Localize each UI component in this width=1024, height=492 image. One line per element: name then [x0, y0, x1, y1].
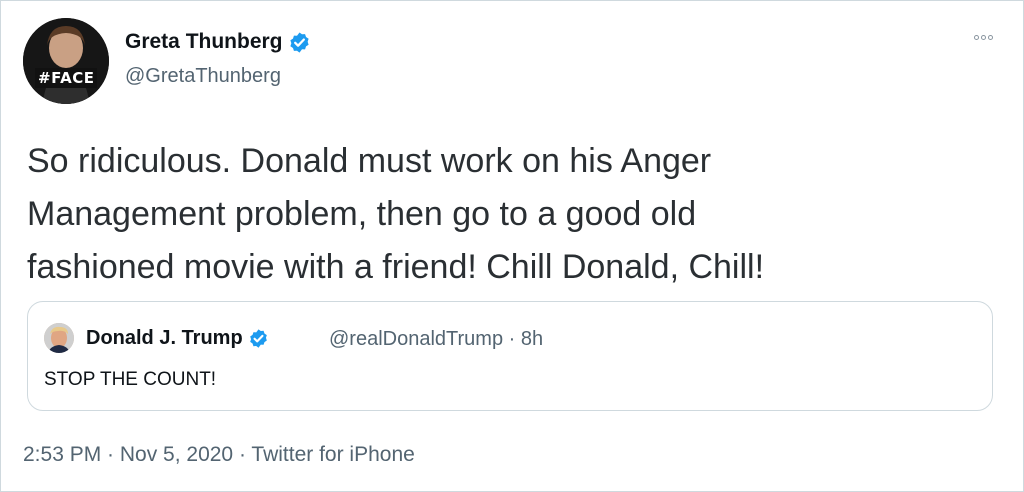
tweet-timestamp-source[interactable]: 2:53 PM · Nov 5, 2020 · Twitter for iPho… [23, 441, 415, 469]
author-name-row[interactable]: Greta Thunberg [125, 29, 311, 55]
verified-badge-icon [289, 31, 309, 53]
avatar-badge-text: #FACE [35, 68, 98, 88]
author-handle[interactable]: @GretaThunberg [125, 64, 281, 88]
verified-badge-icon [249, 328, 267, 348]
more-dot [988, 35, 993, 40]
quoted-tweet-text: STOP THE COUNT! [44, 369, 217, 390]
author-display-name[interactable]: Greta Thunberg [125, 29, 283, 55]
quoted-tweet[interactable]: Donald J. Trump @realDonaldTrump · 8h ST… [27, 301, 993, 411]
quoted-author-display-name: Donald J. Trump [86, 327, 243, 349]
author-avatar[interactable]: #FACE [23, 18, 109, 104]
tweet-card: #FACE Greta Thunberg @GretaThunberg So r… [0, 0, 1024, 492]
more-dot [981, 35, 986, 40]
quoted-author-avatar-image [44, 323, 74, 353]
more-dot [974, 35, 979, 40]
quoted-author-handle-time: @realDonaldTrump · 8h [329, 328, 544, 350]
author-avatar-image [23, 18, 109, 104]
tweet-text: So ridiculous. Donald must work on his A… [27, 142, 765, 286]
quoted-author-name-row: Donald J. Trump [86, 326, 269, 350]
quoted-author-avatar [44, 323, 74, 353]
more-options-icon[interactable] [974, 35, 993, 40]
